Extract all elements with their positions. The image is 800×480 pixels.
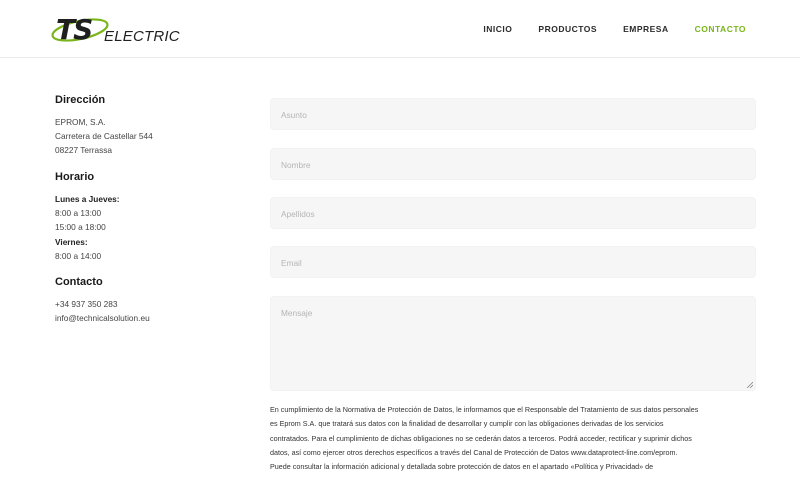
nav-productos[interactable]: PRODUCTOS	[538, 24, 597, 34]
email-address[interactable]: info@technicalsolution.eu	[55, 313, 150, 323]
privacy-line: es Eprom S.A. que tratará sus datos con …	[270, 419, 664, 429]
logo-electric-text: ELECTRIC	[104, 28, 180, 45]
address-line: EPROM, S.A.	[55, 117, 106, 127]
site-header: TS ELECTRIC INICIO PRODUCTOS EMPRESA CON…	[0, 0, 800, 58]
horario-hours: 8:00 a 14:00	[55, 251, 102, 261]
resize-handle-icon[interactable]	[746, 381, 753, 388]
address-line: 08227 Terrassa	[55, 145, 113, 155]
ts-electric-logo[interactable]: TS ELECTRIC	[50, 12, 180, 48]
horario-hours: 8:00 a 13:00	[55, 208, 102, 218]
nav-contacto[interactable]: CONTACTO	[695, 24, 746, 34]
main-nav: INICIO PRODUCTOS EMPRESA CONTACTO	[483, 24, 746, 34]
apellidos-field[interactable]: Apellidos	[270, 197, 756, 229]
logo-ts-text: TS	[56, 13, 93, 46]
horario-heading: Horario	[55, 171, 95, 183]
contacto-heading: Contacto	[55, 276, 103, 288]
horario-day-label: Lunes a Jueves:	[55, 194, 120, 204]
asunto-placeholder: Asunto	[281, 110, 307, 120]
apellidos-placeholder: Apellidos	[281, 209, 315, 219]
asunto-field[interactable]: Asunto	[270, 98, 756, 130]
phone-number: +34 937 350 283	[55, 299, 118, 309]
horario-hours: 15:00 a 18:00	[55, 222, 106, 232]
mensaje-placeholder: Mensaje	[281, 308, 313, 318]
privacy-line: En cumplimiento de la Normativa de Prote…	[270, 405, 699, 414]
mensaje-textarea[interactable]: Mensaje	[270, 296, 756, 391]
horario-day-label: Viernes:	[55, 237, 88, 247]
email-field[interactable]: Email	[270, 246, 756, 278]
email-placeholder: Email	[281, 258, 302, 268]
address-line: Carretera de Castellar 544	[55, 131, 153, 141]
privacy-line: contratados. Para el cumplimiento de dic…	[270, 433, 692, 443]
privacy-line: Puede consultar la información adicional…	[270, 462, 654, 472]
privacy-notice: En cumplimiento de la Normativa de Prote…	[270, 403, 760, 474]
nav-empresa[interactable]: EMPRESA	[623, 24, 669, 34]
nav-inicio[interactable]: INICIO	[483, 24, 512, 34]
direccion-heading: Dirección	[55, 94, 106, 106]
privacy-line: datos, así como ejercer otros derechos e…	[270, 447, 678, 457]
nombre-field[interactable]: Nombre	[270, 148, 756, 180]
nombre-placeholder: Nombre	[281, 160, 311, 170]
